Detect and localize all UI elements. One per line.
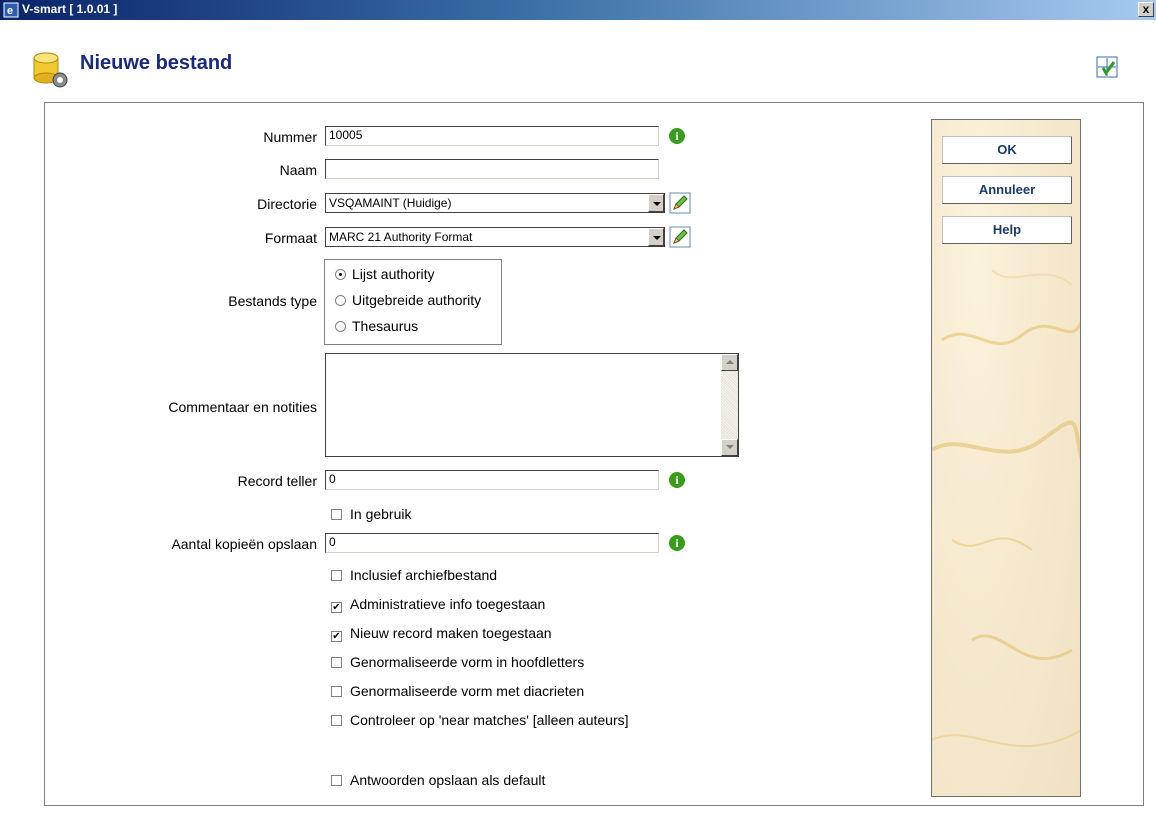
edit-formaat-pencil-icon[interactable] (669, 226, 691, 248)
commentaar-label: Commentaar en notities (168, 399, 317, 415)
formaat-value: MARC 21 Authority Format (329, 230, 473, 244)
edit-directorie-pencil-icon[interactable] (669, 192, 691, 214)
checkbox[interactable]: ✔ (331, 602, 342, 613)
record-teller-info-icon[interactable]: i (669, 472, 685, 488)
checkbox[interactable] (331, 657, 342, 668)
aantal-kopieen-info-icon[interactable]: i (669, 535, 685, 551)
checkbox[interactable] (331, 570, 342, 581)
checkbox[interactable] (331, 715, 342, 726)
divider (65, 749, 831, 750)
checkbox-label: Administratieve info toegestaan (350, 596, 546, 612)
checkbox-label: Genormaliseerde vorm in hoofdletters (350, 654, 585, 670)
radio-label: Lijst authority (352, 266, 435, 282)
checkbox-label: In gebruik (350, 506, 412, 522)
record-teller-label: Record teller (237, 473, 317, 489)
checkbox-inclusief-archiefbestand[interactable]: Inclusief archiefbestand (331, 567, 497, 583)
in-gebruik-checkbox[interactable]: In gebruik (331, 506, 411, 522)
naam-input[interactable] (325, 159, 659, 179)
vertical-scrollbar[interactable] (721, 354, 738, 456)
naam-label: Naam (279, 162, 317, 178)
page-header: Nieuwe bestand (0, 20, 1156, 94)
ok-button[interactable]: OK (942, 136, 1072, 164)
radio-thesaurus[interactable]: Thesaurus (335, 318, 418, 334)
checkbox[interactable] (331, 509, 342, 520)
window-close-button[interactable]: x (1138, 2, 1154, 17)
chevron-down-icon[interactable] (648, 194, 664, 212)
checkbox[interactable] (331, 775, 342, 786)
checkbox-label: Controleer op 'near matches' [alleen aut… (350, 712, 629, 728)
formaat-select[interactable]: MARC 21 Authority Format (325, 227, 665, 247)
button-sidebar: OK Annuleer Help (931, 119, 1081, 797)
checkbox-nieuw-record[interactable]: ✔ Nieuw record maken toegestaan (331, 625, 552, 642)
nummer-info-icon[interactable]: i (669, 128, 685, 144)
radio-button[interactable] (335, 295, 346, 306)
bestands-type-label: Bestands type (228, 293, 317, 309)
nummer-label: Nummer (263, 129, 317, 145)
nummer-input[interactable]: 10005 (325, 126, 659, 146)
radio-lijst-authority[interactable]: Lijst authority (335, 266, 434, 282)
svg-text:e: e (7, 5, 13, 17)
checkbox-label: Antwoorden opslaan als default (350, 772, 546, 788)
scroll-up-icon[interactable] (721, 354, 738, 371)
scroll-down-icon[interactable] (721, 439, 738, 456)
chevron-down-icon[interactable] (648, 228, 664, 246)
checkbox-near-matches[interactable]: Controleer op 'near matches' [alleen aut… (331, 712, 629, 728)
page-title: Nieuwe bestand (80, 52, 233, 74)
checkbox[interactable]: ✔ (331, 631, 342, 642)
bestands-type-group: Lijst authority Uitgebreide authority Th… (324, 259, 502, 345)
directorie-label: Directorie (257, 196, 317, 212)
formaat-label: Formaat (264, 230, 317, 246)
checkbox-hoofdletters[interactable]: Genormaliseerde vorm in hoofdletters (331, 654, 584, 670)
layout-toggle-icon[interactable] (1096, 56, 1118, 78)
app-icon: e (3, 2, 19, 18)
checkbox-label: Inclusief archiefbestand (350, 567, 498, 583)
directorie-value: VSQAMAINT (Huidige) (329, 196, 452, 210)
window-titlebar: e V-smart [ 1.0.01 ] x (0, 0, 1156, 20)
radio-label: Uitgebreide authority (352, 292, 482, 308)
checkbox[interactable] (331, 686, 342, 697)
checkbox-administratieve-info[interactable]: ✔ Administratieve info toegestaan (331, 596, 545, 613)
aantal-kopieen-label: Aantal kopieën opslaan (171, 536, 317, 552)
database-settings-icon (33, 52, 68, 88)
window-title: V-smart [ 1.0.01 ] (22, 2, 118, 16)
commentaar-textarea[interactable] (325, 353, 739, 457)
checkbox-save-default[interactable]: Antwoorden opslaan als default (331, 772, 545, 788)
help-button[interactable]: Help (942, 216, 1072, 244)
radio-uitgebreide-authority[interactable]: Uitgebreide authority (335, 292, 481, 308)
aantal-kopieen-input[interactable]: 0 (325, 533, 659, 553)
form-panel: Nummer 10005 i Naam Directorie VSQAMAINT… (44, 102, 1144, 806)
radio-button[interactable] (335, 269, 346, 280)
radio-button[interactable] (335, 321, 346, 332)
directorie-select[interactable]: VSQAMAINT (Huidige) (325, 193, 665, 213)
radio-label: Thesaurus (352, 318, 419, 334)
cancel-button[interactable]: Annuleer (942, 176, 1072, 204)
checkbox-label: Nieuw record maken toegestaan (350, 625, 552, 641)
checkbox-label: Genormaliseerde vorm met diacrieten (350, 683, 585, 699)
checkbox-diacrieten[interactable]: Genormaliseerde vorm met diacrieten (331, 683, 584, 699)
record-teller-input[interactable]: 0 (325, 470, 659, 490)
